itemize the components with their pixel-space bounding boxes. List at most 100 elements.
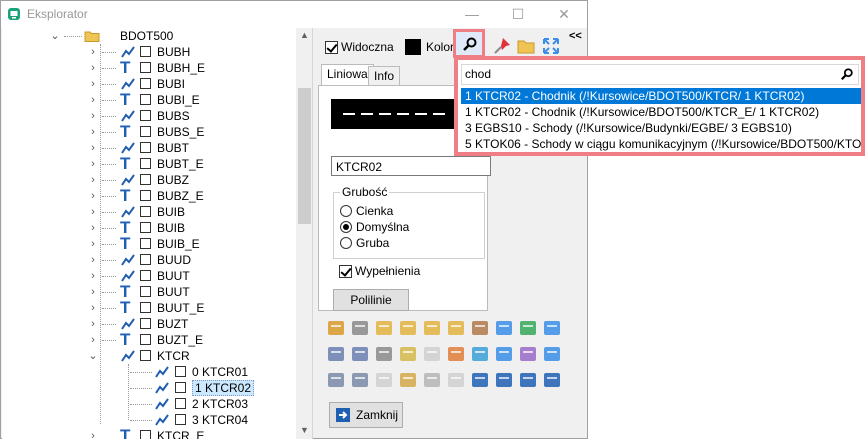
close-window-button[interactable]: ✕: [541, 1, 587, 28]
layer-checkbox[interactable]: [140, 206, 151, 217]
tree-row[interactable]: › T BUBS_E: [2, 123, 292, 140]
layer-checkbox[interactable]: [140, 238, 151, 249]
expand-arrow-icon[interactable]: ›: [88, 124, 98, 140]
tree-row[interactable]: › BUBH: [2, 44, 292, 60]
export-all-icon[interactable]: [517, 369, 539, 391]
tree-row[interactable]: › BUZT: [2, 316, 292, 332]
expand-arrow-icon[interactable]: ›: [88, 284, 98, 300]
expand-arrow-icon[interactable]: ›: [88, 188, 98, 204]
tree-child-row[interactable]: 2 KTCR03: [2, 396, 292, 412]
tools-icon[interactable]: [445, 369, 467, 391]
save-icon[interactable]: [325, 343, 347, 365]
tree-row[interactable]: › BUBT: [2, 140, 292, 156]
layer-tree[interactable]: ⌄ BDOT500 › BUBH › T BUBH_E › BUBI › T BUBI_E › BUB…: [2, 28, 313, 439]
collapse-arrow-icon[interactable]: ⌄: [50, 28, 60, 44]
tree-child-row[interactable]: 1 KTCR02: [2, 380, 292, 396]
report-icon[interactable]: [541, 369, 563, 391]
expand-arrow-icon[interactable]: ›: [88, 428, 98, 439]
layer-checkbox[interactable]: [140, 142, 151, 153]
cut-icon[interactable]: [373, 369, 395, 391]
layer-checkbox[interactable]: [140, 190, 151, 201]
search-result[interactable]: 3 EGBS10 - Schody (/!Kursowice/Budynki/E…: [461, 120, 861, 136]
tree-row-ktcr[interactable]: ⌄ KTCR: [2, 348, 292, 364]
tree-row-root[interactable]: ⌄ BDOT500: [2, 28, 292, 44]
tree-row[interactable]: › T BUBI_E: [2, 91, 292, 108]
folder-icon[interactable]: [373, 317, 395, 339]
layer-checkbox[interactable]: [140, 286, 151, 297]
delete-icon[interactable]: [349, 317, 371, 339]
search-result[interactable]: 1 KTCR02 - Chodnik (/!Kursowice/BDOT500/…: [461, 104, 861, 120]
check-icon[interactable]: [517, 317, 539, 339]
checklist-icon[interactable]: [397, 369, 419, 391]
tree-row[interactable]: › T BUUT: [2, 283, 292, 300]
layer-checkbox[interactable]: [140, 126, 151, 137]
expand-arrow-icon[interactable]: ›: [88, 268, 98, 284]
filter-advanced-icon[interactable]: [349, 369, 371, 391]
layer-checkbox[interactable]: [140, 318, 151, 329]
tree-row[interactable]: › T BUZT_E: [2, 331, 292, 348]
export-icon[interactable]: [469, 369, 491, 391]
sort-icon[interactable]: [493, 343, 515, 365]
import-icon[interactable]: [493, 369, 515, 391]
expand-arrow-icon[interactable]: ›: [88, 44, 98, 60]
tree-row[interactable]: › BUUT: [2, 268, 292, 284]
expand-arrow-icon[interactable]: ›: [88, 92, 98, 108]
radio-cienka[interactable]: [340, 205, 352, 217]
tree-row[interactable]: › BUBI: [2, 76, 292, 92]
expand-arrow-icon[interactable]: ›: [88, 156, 98, 172]
layer-checkbox[interactable]: [140, 222, 151, 233]
sql-icon[interactable]: [517, 343, 539, 365]
layer-checkbox[interactable]: [140, 94, 151, 105]
scroll-up-icon[interactable]: ▲: [300, 30, 309, 40]
folder-open-icon[interactable]: [516, 36, 536, 56]
search-input[interactable]: chod: [461, 64, 859, 85]
layer-checkbox[interactable]: [175, 366, 186, 377]
tree-row-ktcr-e[interactable]: › T KTCR_E: [2, 427, 292, 439]
scroll-down-icon[interactable]: ▼: [300, 425, 309, 435]
tree-row[interactable]: › T BUIB: [2, 219, 292, 236]
tree-row[interactable]: › BUBS: [2, 108, 292, 124]
layer-checkbox[interactable]: [140, 350, 151, 361]
expand-arrow-icon[interactable]: ›: [88, 76, 98, 92]
layer-checkbox[interactable]: [140, 46, 151, 57]
layer-checkbox[interactable]: [140, 78, 151, 89]
radio-domyslna[interactable]: [340, 221, 352, 233]
layer-name-field[interactable]: KTCR02: [331, 156, 491, 176]
layer-checkbox[interactable]: [140, 174, 151, 185]
tree-row[interactable]: › T BUBH_E: [2, 59, 292, 76]
copy-icon[interactable]: [373, 343, 395, 365]
layer-checkbox[interactable]: [140, 62, 151, 73]
visible-checkbox[interactable]: [325, 41, 338, 54]
expand-arrow-icon[interactable]: ›: [88, 108, 98, 124]
layer-checkbox[interactable]: [140, 254, 151, 265]
tree-scrollbar[interactable]: ▲ ▼: [296, 28, 312, 439]
expand-arrow-icon[interactable]: ›: [88, 300, 98, 316]
shape-icon[interactable]: [421, 343, 443, 365]
layer-checkbox[interactable]: [140, 430, 151, 439]
tree-row[interactable]: › T BUIB_E: [2, 235, 292, 252]
color-swatch[interactable]: [405, 39, 421, 55]
layer-checkbox[interactable]: [175, 382, 186, 393]
minimize-button[interactable]: —: [449, 1, 495, 28]
tree-row[interactable]: › BUBZ: [2, 172, 292, 188]
collapse-panel-button[interactable]: <<: [569, 30, 582, 42]
expand-arrow-icon[interactable]: ›: [88, 316, 98, 332]
expand-arrow-icon[interactable]: ›: [88, 236, 98, 252]
clipboard-icon[interactable]: [397, 343, 419, 365]
folder-copy-icon[interactable]: [421, 317, 443, 339]
search-tool-button[interactable]: [453, 29, 485, 58]
tab-liniowa[interactable]: Liniowa: [321, 64, 374, 87]
layer-checkbox[interactable]: [175, 414, 186, 425]
tree-row[interactable]: › T BUBT_E: [2, 155, 292, 172]
expand-arrows-icon[interactable]: [541, 36, 561, 56]
layers-icon[interactable]: [325, 317, 347, 339]
pin-icon[interactable]: [492, 36, 512, 56]
help-icon[interactable]: [541, 343, 563, 365]
layer-checkbox[interactable]: [140, 302, 151, 313]
polylines-button[interactable]: Polilinie: [333, 289, 409, 311]
expand-arrow-icon[interactable]: ›: [88, 140, 98, 156]
expand-arrow-icon[interactable]: ›: [88, 252, 98, 268]
scroll-thumb[interactable]: [298, 88, 311, 224]
trash-icon[interactable]: [421, 369, 443, 391]
maximize-button[interactable]: ☐: [495, 1, 541, 28]
